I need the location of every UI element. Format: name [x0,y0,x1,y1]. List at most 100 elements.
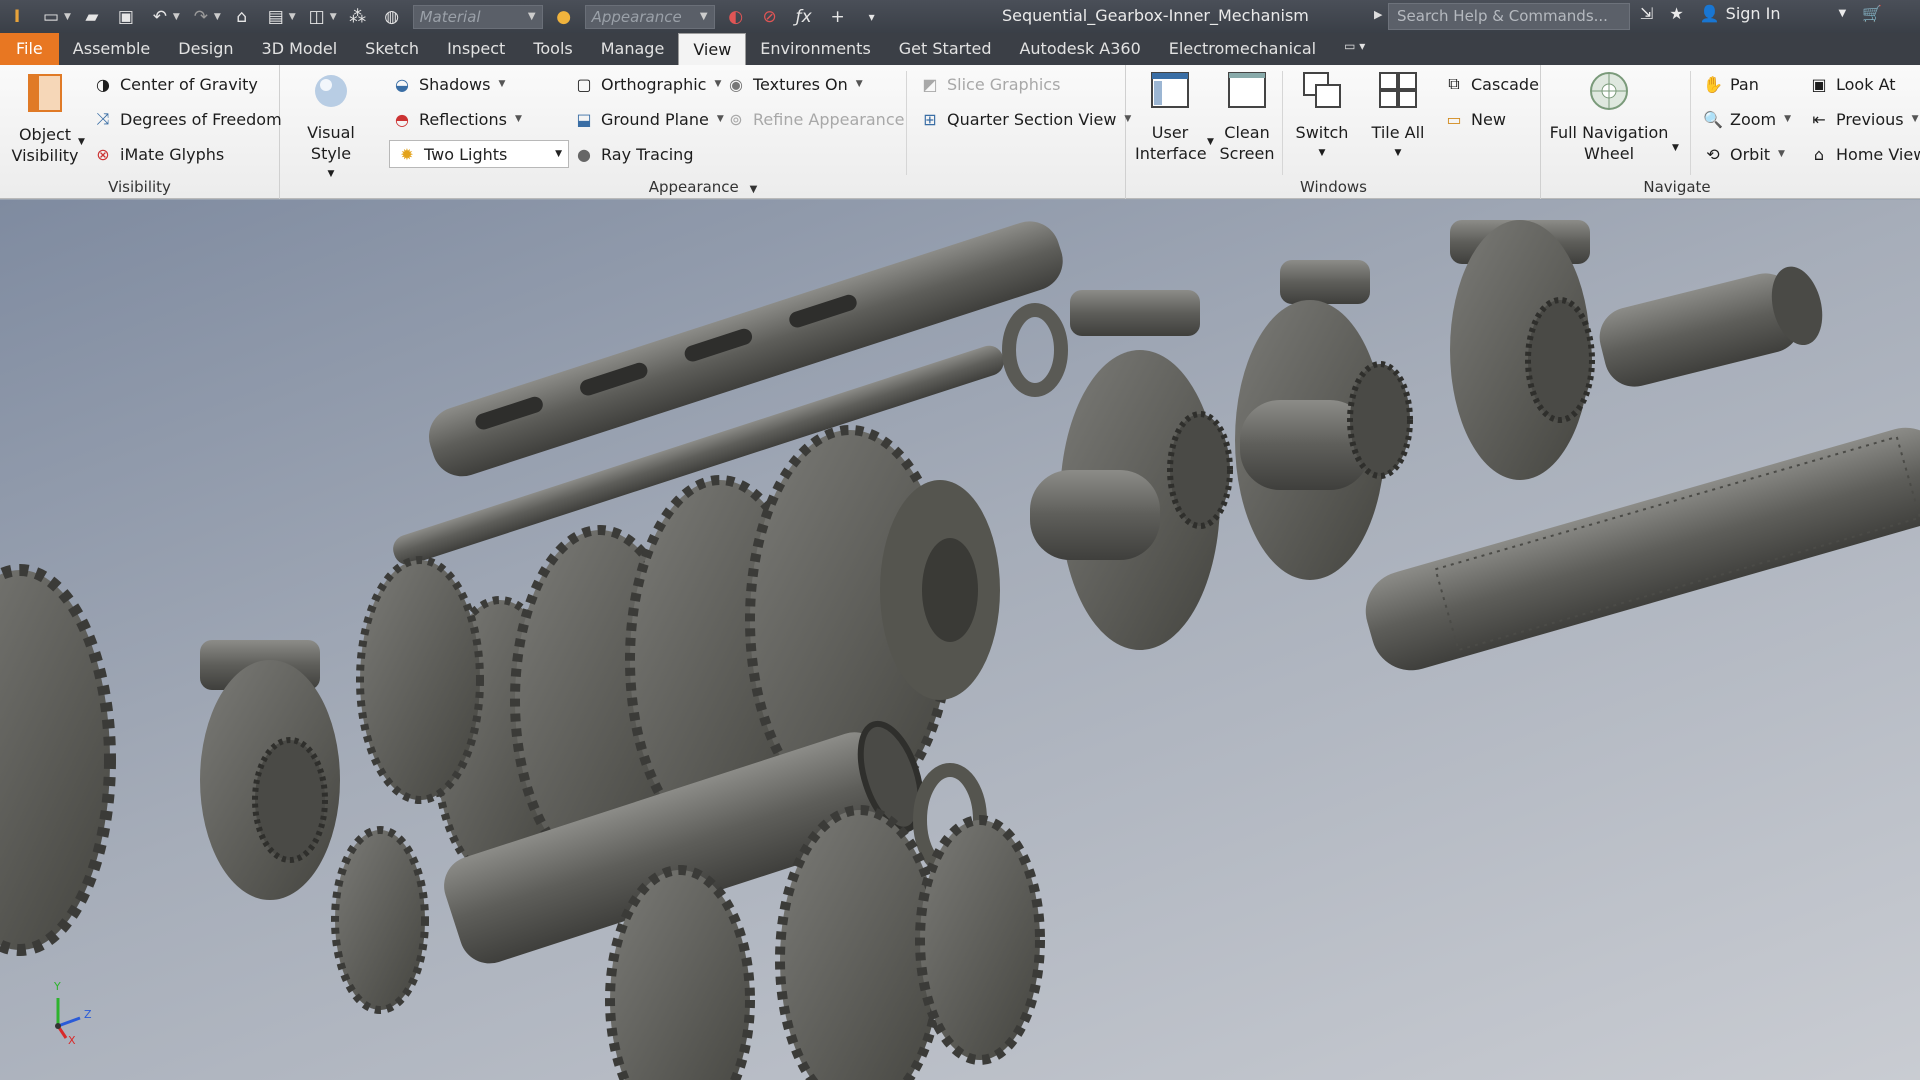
clear-icon[interactable]: ⊘ [758,6,782,28]
pan-button[interactable]: ✋ Pan [1702,73,1759,95]
tab-get-started[interactable]: Get Started [885,33,1006,65]
orbit-button[interactable]: ⟲ Orbit ▼ [1702,143,1785,165]
tab-file[interactable]: File [0,33,59,65]
user-interface-button[interactable]: User Interface [1135,69,1207,164]
home-view-button[interactable]: ⌂ Home View [1808,143,1920,165]
selector-fork-left[interactable] [200,640,340,900]
visual-style-button[interactable]: Visual Style ▼ [291,69,371,185]
look-at-button[interactable]: ▣ Look At [1808,73,1895,95]
ground-plane-button[interactable]: ⬓ Ground Plane ▼ [573,108,724,130]
appearance-panel-label[interactable]: Appearance ▼ [281,178,1125,196]
reflections-dropdown-icon[interactable]: ▼ [515,114,522,124]
measure-dropdown-icon[interactable]: ▼ [330,12,337,22]
cascade-button[interactable]: ⧉ Cascade [1443,73,1539,95]
save-icon[interactable]: ▣ [114,6,138,28]
splined-hub[interactable] [1593,261,1830,393]
undo-icon[interactable]: ↶ [148,6,172,28]
graphics-viewport[interactable]: Y Z X [0,200,1920,1080]
print-icon[interactable]: ▤ [264,6,288,28]
imate-glyphs-button[interactable]: ⊗ iMate Glyphs [92,143,224,165]
switch-button[interactable]: Switch ▼ [1287,69,1357,164]
plus-icon[interactable]: + [826,6,850,28]
splined-shaft[interactable] [1356,418,1920,680]
gear-left-partial[interactable] [0,564,116,956]
sign-in-link[interactable]: Sign In [1726,4,1781,23]
shadows-button[interactable]: ◒ Shadows ▼ [391,73,505,95]
customize-icon[interactable]: ▾ [860,6,884,28]
zoom-dropdown-icon[interactable]: ▼ [1784,114,1791,124]
undo-dropdown-icon[interactable]: ▼ [173,12,180,22]
gear-lower-3[interactable] [915,815,1045,1065]
tab-manage[interactable]: Manage [587,33,679,65]
user-interface-dropdown-icon[interactable]: ▼ [1207,137,1214,147]
orthographic-button[interactable]: ▢ Orthographic ▼ [573,73,721,95]
gear-lower-1[interactable] [605,865,755,1080]
refine-appearance-button[interactable]: ⊚ Refine Appearance [725,108,904,130]
clean-screen-button[interactable]: Clean Screen [1215,69,1279,164]
chevron-right-icon[interactable]: ▶ [1374,8,1382,21]
previous-view-dropdown-icon[interactable]: ▼ [1912,114,1919,124]
tab-tools[interactable]: Tools [519,33,586,65]
open-icon[interactable]: ▰ [80,6,104,28]
measure-icon[interactable]: ◫ [305,6,329,28]
ribbon-options-icon[interactable]: ▭ ▾ [1330,33,1379,65]
ray-tracing-button[interactable]: ● Ray Tracing [573,143,693,165]
material-combo[interactable]: Material ▼ [412,4,543,29]
selector-fork-far-right[interactable] [1450,220,1595,480]
selector-fork-right[interactable] [1235,260,1413,580]
tab-sketch[interactable]: Sketch [351,33,433,65]
search-input[interactable]: Search Help & Commands... [1388,3,1630,30]
tab-view[interactable]: View [678,33,747,65]
shadows-dropdown-icon[interactable]: ▼ [498,79,505,89]
home-icon[interactable]: ⌂ [230,6,254,28]
tile-all-button[interactable]: Tile All ▼ [1363,69,1433,164]
bearing-ring[interactable] [1002,303,1068,397]
textures-dropdown-icon[interactable]: ▼ [856,79,863,89]
sign-in-dropdown-icon[interactable]: ▼ [1839,8,1847,19]
gear-small-bottom[interactable] [331,826,429,1014]
orbit-dropdown-icon[interactable]: ▼ [1778,149,1785,159]
previous-view-button[interactable]: ⇤ Previous ▼ [1808,108,1919,130]
adjust-icon[interactable]: ◐ [724,6,748,28]
tab-assemble[interactable]: Assemble [59,33,165,65]
full-navigation-wheel-button[interactable]: Full Navigation Wheel [1544,69,1674,164]
tab-inspect[interactable]: Inspect [433,33,519,65]
gear-small-left[interactable] [356,556,484,804]
ground-plane-dropdown-icon[interactable]: ▼ [717,114,724,124]
tab-design[interactable]: Design [164,33,247,65]
tile-all-dropdown-icon[interactable]: ▼ [1363,143,1433,164]
app-logo-icon[interactable]: Ⅰ [5,6,29,28]
textures-on-button[interactable]: ◉ Textures On ▼ [725,73,863,95]
redo-dropdown-icon[interactable]: ▼ [214,12,221,22]
tab-environments[interactable]: Environments [746,33,885,65]
new-file-icon[interactable]: ▭ [39,6,63,28]
switch-dropdown-icon[interactable]: ▼ [1287,143,1357,164]
reflections-button[interactable]: ◓ Reflections ▼ [391,108,522,130]
object-visibility-button[interactable]: Object Visibility [8,71,82,166]
print-dropdown-icon[interactable]: ▼ [289,12,296,22]
user-icon[interactable]: 👤 [1700,4,1720,23]
fx-icon[interactable]: ƒx [792,6,816,28]
lighting-style-select[interactable]: ✹ Two Lights ▼ [389,140,569,168]
object-visibility-dropdown-icon[interactable]: ▼ [78,137,85,147]
redo-icon[interactable]: ↷ [189,6,213,28]
color-wheel-icon[interactable]: ● [552,6,576,28]
appearance-combo[interactable]: Appearance ▼ [584,4,715,29]
tab-electromechanical[interactable]: Electromechanical [1155,33,1330,65]
star-icon[interactable]: ★ [1669,4,1683,23]
cart-icon[interactable]: 🛒 [1862,4,1882,23]
tab-3d-model[interactable]: 3D Model [248,33,352,65]
center-of-gravity-button[interactable]: ◑ Center of Gravity [92,73,258,95]
navigation-wheel-dropdown-icon[interactable]: ▼ [1672,143,1679,153]
quarter-section-view-button[interactable]: ⊞ Quarter Section View ▼ [919,108,1131,130]
globe-icon[interactable]: ◍ [380,6,404,28]
zoom-button[interactable]: 🔍 Zoom ▼ [1702,108,1791,130]
exchange-icon[interactable]: ⇲ [1640,4,1653,23]
degrees-of-freedom-button[interactable]: ⤨ Degrees of Freedom [92,108,282,130]
slice-graphics-button[interactable]: ◩ Slice Graphics [919,73,1060,95]
orthographic-dropdown-icon[interactable]: ▼ [714,79,721,89]
new-window-button[interactable]: ▭ New [1443,108,1505,130]
new-file-dropdown-icon[interactable]: ▼ [64,12,71,22]
select-icon[interactable]: ⁂ [346,6,370,28]
tab-autodesk-a360[interactable]: Autodesk A360 [1005,33,1154,65]
